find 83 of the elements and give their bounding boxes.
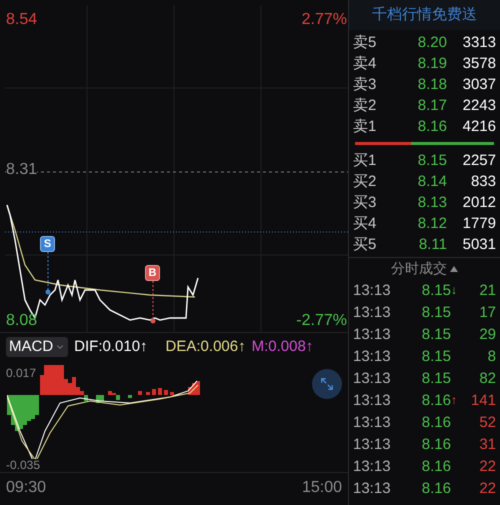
trade-volume: 21 <box>478 282 496 298</box>
order-price: 8.17 <box>416 98 447 113</box>
triangle-icon <box>450 266 458 272</box>
order-volume: 2243 <box>462 98 496 113</box>
trade-price: 8.15 <box>422 348 451 364</box>
dea-value: DEA:0.006↑ <box>166 336 246 357</box>
trade-time: 13:13 <box>353 326 392 342</box>
order-volume: 3037 <box>462 77 496 92</box>
order-level: 卖3 <box>353 77 378 92</box>
time-label: 15:00 <box>302 478 342 498</box>
high-price: 8.54 <box>6 10 38 30</box>
macd-axis-label: -0.035 <box>6 459 40 471</box>
order-level: 买2 <box>353 174 378 189</box>
trade-volume: 31 <box>478 436 496 452</box>
order-volume: 1779 <box>462 216 496 231</box>
trade-volume: 52 <box>478 414 496 430</box>
order-price: 8.15 <box>416 153 447 168</box>
macd-axis-label: 0.017 <box>6 365 36 382</box>
trade-price: 8.15 <box>422 304 451 320</box>
order-price: 8.20 <box>416 35 447 50</box>
low-price: 8.08 <box>6 313 38 329</box>
signal-line <box>45 252 51 296</box>
order-level: 买3 <box>353 195 378 210</box>
trade-time: 13:13 <box>353 414 392 430</box>
order-level: 买4 <box>353 216 378 231</box>
order-price: 8.18 <box>416 77 447 92</box>
trade-time: 13:13 <box>353 304 392 320</box>
m-value: M:0.008↑ <box>252 336 314 357</box>
signal-marker[interactable]: B <box>145 265 160 281</box>
trade-time: 13:13 <box>353 348 392 364</box>
order-level: 买1 <box>353 153 378 168</box>
trade-price: 8.15 <box>422 282 451 298</box>
trade-volume: 22 <box>478 458 496 474</box>
trades-title: 分时成交 <box>391 259 447 278</box>
order-price: 8.14 <box>416 174 447 189</box>
order-price: 8.11 <box>418 237 447 252</box>
high-change: 2.77% <box>302 10 347 30</box>
trade-volume: 29 <box>478 326 496 342</box>
promo-banner[interactable]: 千档行情免费送 <box>349 0 500 30</box>
time-label: 09:30 <box>6 478 46 498</box>
order-price: 8.13 <box>416 195 447 210</box>
trade-volume: 22 <box>478 480 496 496</box>
order-price: 8.16 <box>416 119 447 134</box>
trade-time: 13:13 <box>353 480 392 496</box>
signal-line <box>150 281 156 325</box>
order-level: 卖4 <box>353 56 378 71</box>
order-price: 8.19 <box>416 56 447 71</box>
trade-price: 8.16 <box>422 458 451 474</box>
trend-arrow: ↑ <box>451 394 457 406</box>
trade-price: 8.16 <box>422 392 451 408</box>
trade-price: 8.16 <box>422 480 451 496</box>
dif-value: DIF:0.010↑ <box>74 336 148 357</box>
order-volume: 5031 <box>462 237 496 252</box>
indicator-dropdown[interactable]: MACD <box>6 337 68 357</box>
order-volume: 3313 <box>462 35 496 50</box>
trade-time: 13:13 <box>353 392 392 408</box>
trade-volume: 17 <box>478 304 496 320</box>
expand-icon <box>320 377 334 391</box>
trade-price: 8.16 <box>422 414 451 430</box>
trade-time: 13:13 <box>353 458 392 474</box>
expand-button[interactable] <box>312 369 342 399</box>
low-change: -2.77% <box>296 313 347 329</box>
signal-marker[interactable]: S <box>40 236 55 252</box>
trade-time: 13:13 <box>353 282 392 298</box>
order-price: 8.12 <box>416 216 447 231</box>
trade-time: 13:13 <box>353 370 392 386</box>
trade-price: 8.15 <box>422 326 451 342</box>
order-level: 买5 <box>353 237 378 252</box>
order-volume: 833 <box>470 174 496 189</box>
trade-volume: 8 <box>486 348 496 364</box>
trade-price: 8.16 <box>422 436 451 452</box>
trade-price: 8.15 <box>422 370 451 386</box>
trade-time: 13:13 <box>353 436 392 452</box>
order-level: 卖1 <box>353 119 378 134</box>
order-volume: 2012 <box>462 195 496 210</box>
order-level: 卖2 <box>353 98 378 113</box>
order-volume: 2257 <box>462 153 496 168</box>
trade-volume: 82 <box>478 370 496 386</box>
trade-volume: 141 <box>470 392 496 408</box>
order-level: 卖5 <box>353 35 378 50</box>
order-volume: 4216 <box>462 119 496 134</box>
trend-arrow: ↓ <box>451 284 457 296</box>
order-volume: 3578 <box>462 56 496 71</box>
